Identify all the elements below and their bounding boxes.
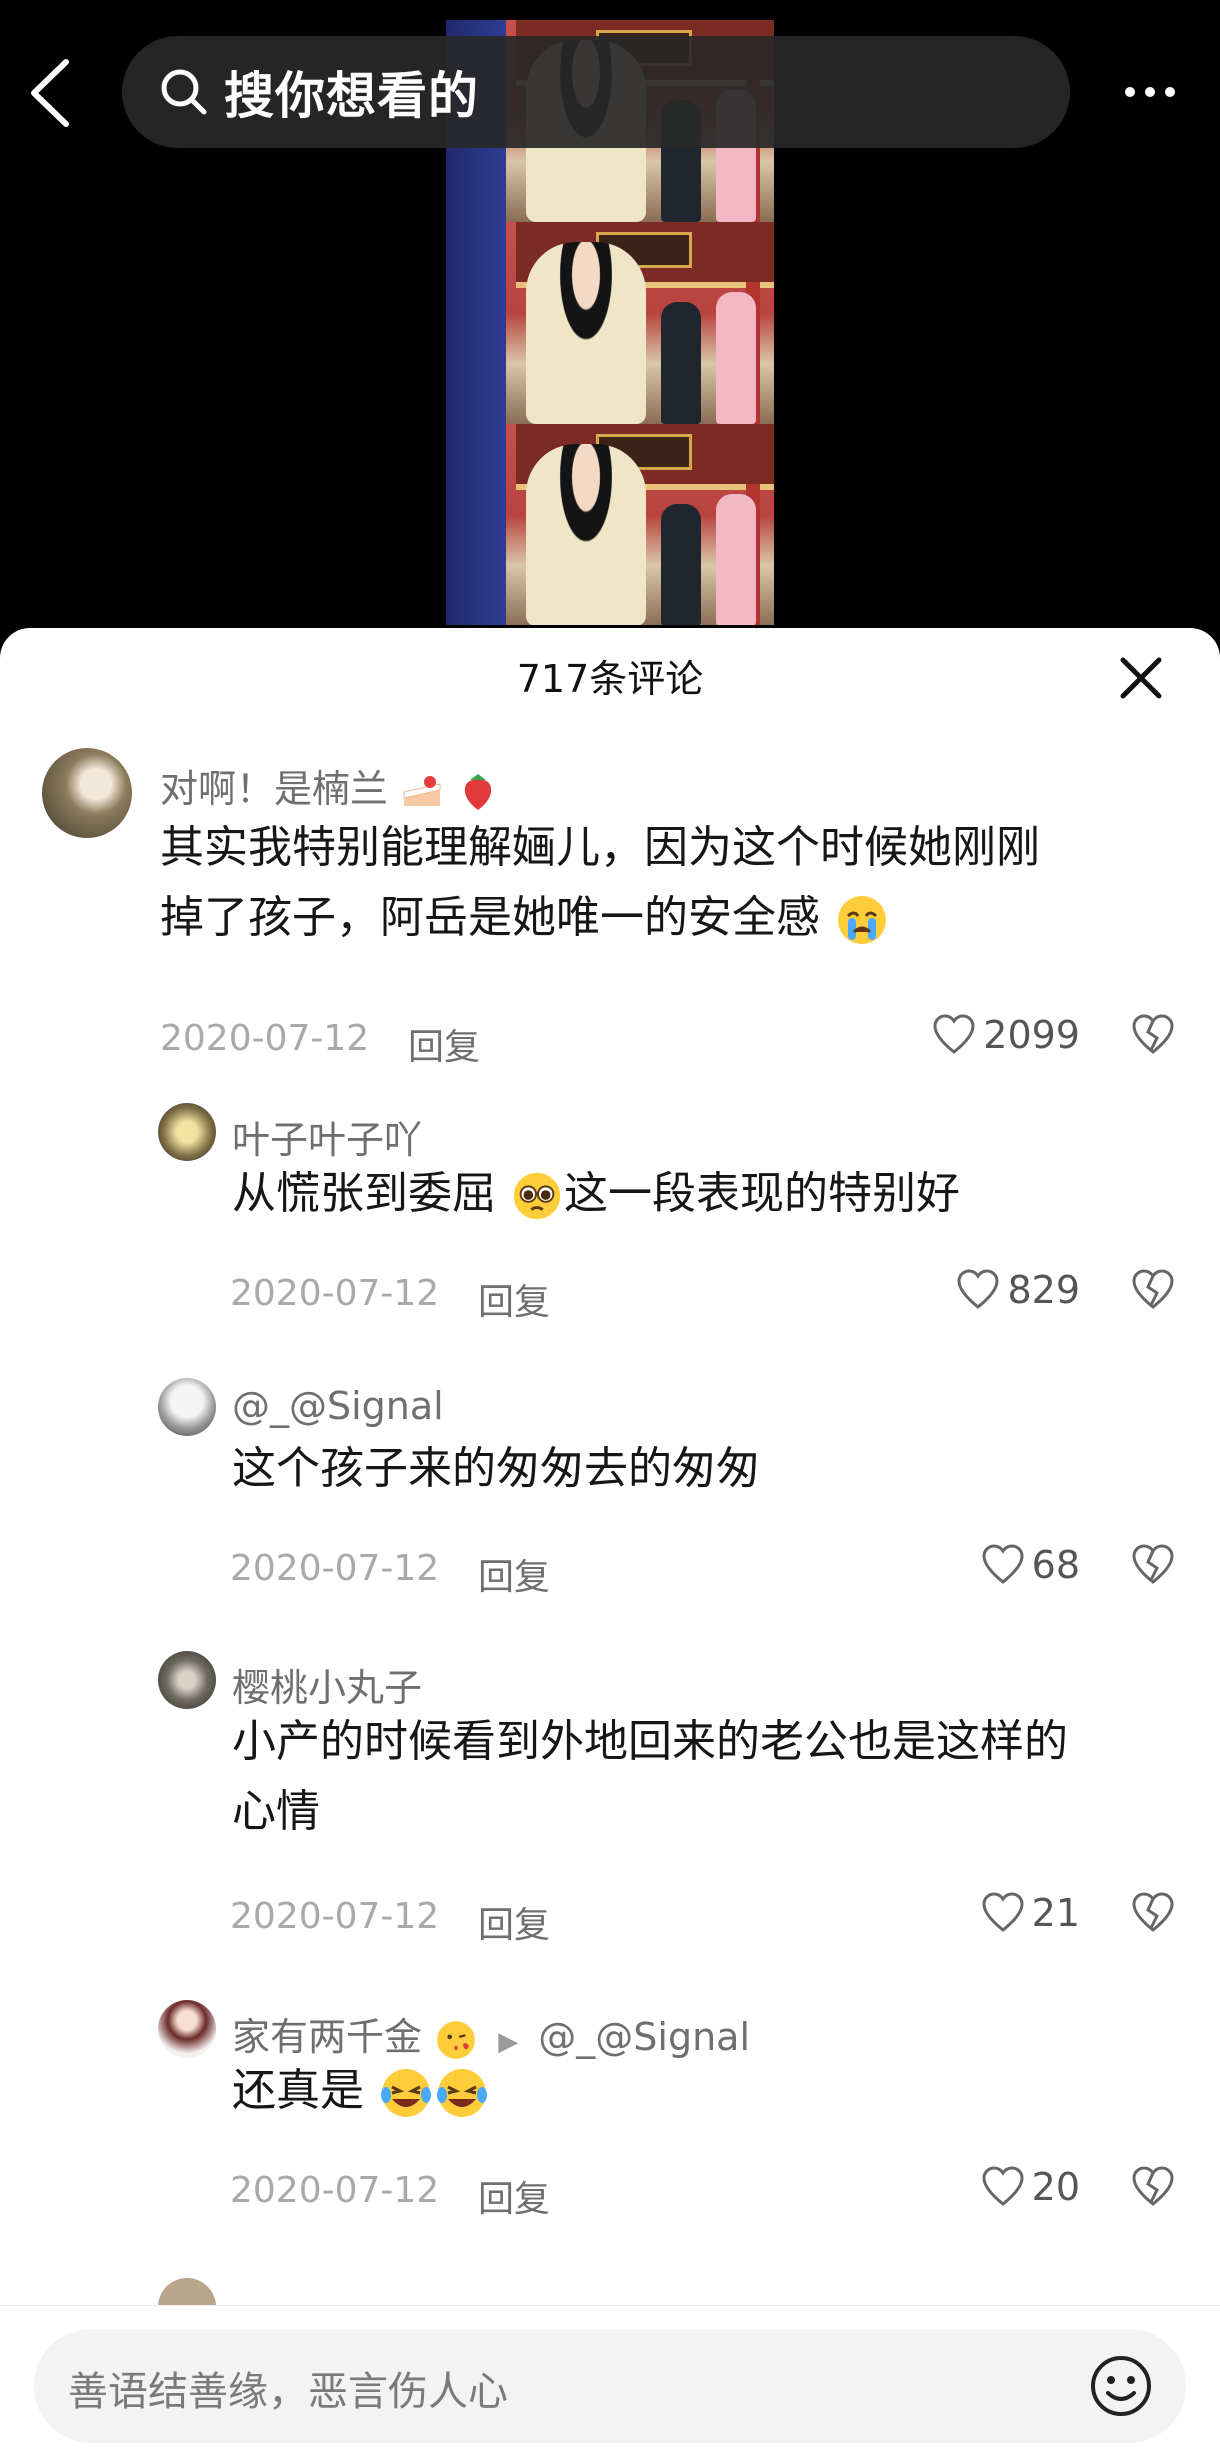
search-icon <box>161 69 207 115</box>
like-count: 20 <box>1031 2165 1080 2209</box>
like-count: 21 <box>1031 1891 1080 1935</box>
avatar[interactable] <box>158 1378 216 1436</box>
heart-icon <box>957 1269 999 1309</box>
reply-button[interactable]: 回复 <box>478 2170 550 2222</box>
laugh-cry-emoji-icon <box>437 2069 487 2117</box>
avatar[interactable] <box>158 2000 216 2058</box>
like-button[interactable]: 20 <box>880 2162 1080 2212</box>
video-frame <box>446 222 774 424</box>
like-count: 2099 <box>983 1013 1080 1057</box>
comment-input[interactable]: 善语结善缘，恶言伤人心 <box>34 2329 1186 2443</box>
video-frame <box>446 424 774 625</box>
comment-date: 2020-07-12 <box>230 2170 440 2211</box>
avatar[interactable] <box>42 748 132 838</box>
back-chevron-icon[interactable] <box>28 58 72 128</box>
heart-icon <box>982 2166 1024 2206</box>
like-button[interactable]: 21 <box>880 1888 1080 1938</box>
reply-button[interactable]: 回复 <box>478 1273 550 1325</box>
broken-heart-icon[interactable] <box>1130 1012 1176 1058</box>
laugh-cry-emoji-icon <box>381 2069 431 2117</box>
reply-button[interactable]: 回复 <box>478 1548 550 1600</box>
cake-emoji-icon <box>403 775 441 806</box>
broken-heart-icon[interactable] <box>1130 1542 1176 1588</box>
reply-item-partial <box>158 2278 1058 2336</box>
broken-heart-icon[interactable] <box>1130 1890 1176 1936</box>
comment-username[interactable]: 家有两千金 ▶ @_@Signal <box>232 2006 750 2062</box>
heart-icon <box>982 1892 1024 1932</box>
comments-sheet: 717条评论 对啊！是楠兰 其实我特别能理解婳儿，因为这个时候她刚刚 掉了孩子，… <box>0 628 1220 2457</box>
like-button[interactable]: 2099 <box>880 1010 1080 1060</box>
reply-item: 樱桃小丸子 小产的时候看到外地回来的老公也是这样的 心情 2020-07-12 … <box>0 1651 1220 1961</box>
comment-date: 2020-07-12 <box>230 1896 440 1937</box>
comment-username[interactable]: 叶子叶子吖 <box>232 1109 422 1164</box>
search-bar[interactable]: 搜你想看的 <box>122 36 1070 148</box>
reply-item: @_@Signal 这个孩子来的匆匆去的匆匆 2020-07-12 回复 68 <box>0 1378 1220 1618</box>
heart-icon <box>982 1544 1024 1584</box>
comment-date: 2020-07-12 <box>230 1548 440 1589</box>
heart-icon <box>933 1014 975 1054</box>
like-button[interactable]: 68 <box>880 1540 1080 1590</box>
comment-date: 2020-07-12 <box>230 1273 440 1314</box>
more-dots-icon[interactable] <box>1120 70 1180 114</box>
comment-date: 2020-07-12 <box>160 1018 370 1059</box>
kiss-emoji-icon <box>437 2020 475 2059</box>
pleading-emoji-icon <box>513 1172 561 1220</box>
search-query[interactable]: 搜你想看的 <box>224 56 479 128</box>
like-count: 68 <box>1031 1543 1080 1587</box>
crying-emoji-icon <box>838 896 886 944</box>
comment-text: 其实我特别能理解婳儿，因为这个时候她刚刚 掉了孩子，阿岳是她唯一的安全感 <box>160 813 1160 953</box>
close-icon[interactable] <box>1115 652 1167 704</box>
video-area[interactable]: 搜你想看的 <box>0 0 1220 640</box>
comment-text: 这个孩子来的匆匆去的匆匆 <box>232 1443 760 1494</box>
comment-text: 小产的时候看到外地回来的老公也是这样的 心情 <box>232 1716 1068 1837</box>
broken-heart-icon[interactable] <box>1130 2164 1176 2210</box>
avatar[interactable] <box>158 1103 216 1161</box>
comment-input-placeholder: 善语结善缘，恶言伤人心 <box>68 2369 508 2415</box>
reply-button[interactable]: 回复 <box>478 1896 550 1948</box>
reply-item: 家有两千金 ▶ @_@Signal 还真是 2020-07-12 回复 20 <box>0 2000 1220 2240</box>
smiley-icon[interactable] <box>1088 2353 1154 2419</box>
comment-item: 对啊！是楠兰 其实我特别能理解婳儿，因为这个时候她刚刚 掉了孩子，阿岳是她唯一的… <box>0 748 1220 1068</box>
strawberry-emoji-icon <box>465 773 492 810</box>
comment-username[interactable]: 樱桃小丸子 <box>232 1657 422 1712</box>
comment-count: 717条评论 <box>516 657 704 701</box>
comment-username[interactable]: @_@Signal <box>232 1384 444 1428</box>
comment-composer: 善语结善缘，恶言伤人心 <box>0 2305 1220 2458</box>
comment-text: 还真是 <box>232 2056 1182 2126</box>
like-count: 829 <box>1007 1268 1080 1312</box>
comment-username[interactable]: 对啊！是楠兰 <box>160 758 500 814</box>
comment-text: 从慌张到委屈 这一段表现的特别好 <box>232 1159 1182 1229</box>
avatar[interactable] <box>158 1651 216 1709</box>
reply-to-user[interactable]: @_@Signal <box>538 2015 750 2059</box>
broken-heart-icon[interactable] <box>1130 1267 1176 1313</box>
like-button[interactable]: 829 <box>880 1265 1080 1315</box>
reply-button[interactable]: 回复 <box>408 1018 480 1070</box>
reply-item: 叶子叶子吖 从慌张到委屈 这一段表现的特别好 2020-07-12 回复 829 <box>0 1103 1220 1343</box>
reply-arrow-icon: ▶ <box>498 2027 519 2057</box>
